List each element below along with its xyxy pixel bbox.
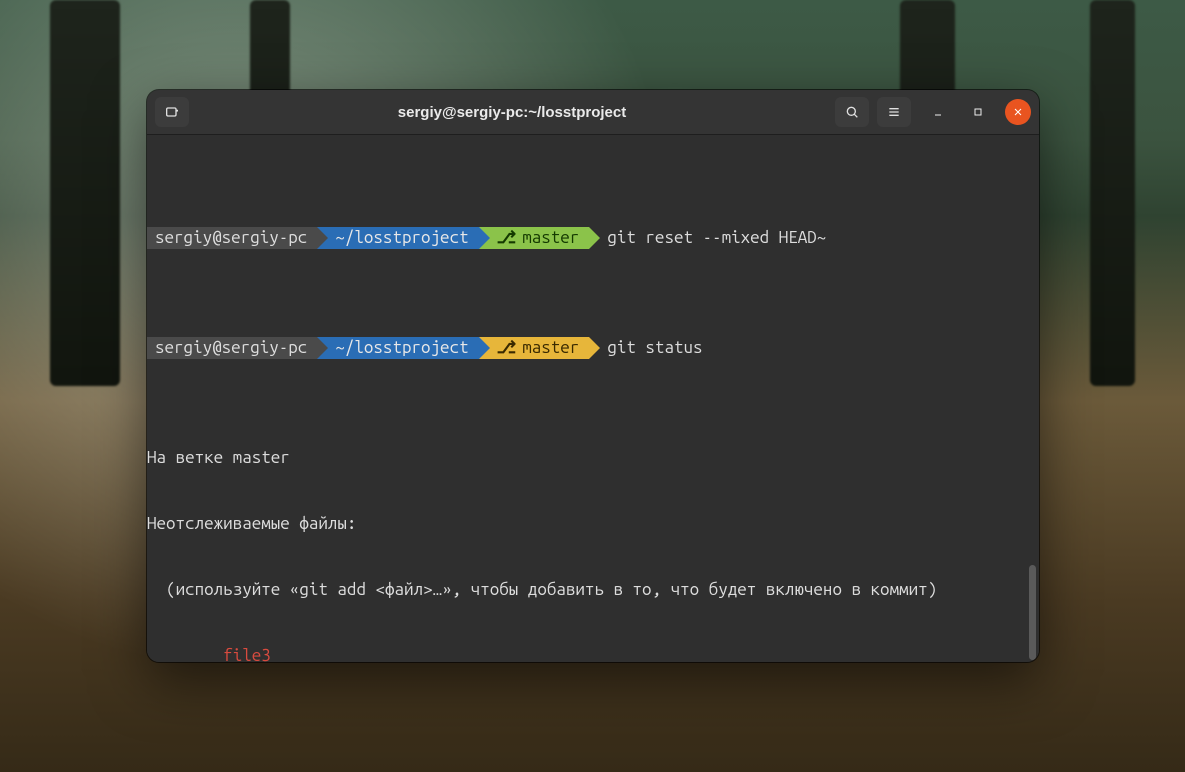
git-branch-icon: ⎇ (497, 337, 517, 359)
minimize-icon (932, 106, 944, 118)
prompt-branch: master (522, 227, 579, 249)
new-tab-button[interactable] (155, 97, 189, 127)
prompt-host-segment: sergiy@sergiy-pc (147, 227, 317, 249)
prompt-path: ~/losstproject (335, 227, 468, 249)
prompt-line: sergiy@sergiy-pc ~/losstproject ⎇master … (147, 227, 1039, 249)
terminal-window: sergiy@sergiy-pc:~/losstproject sergiy@s… (147, 90, 1039, 662)
indent (147, 646, 223, 662)
prompt-host: sergiy@sergiy-pc (155, 337, 307, 359)
command-text: git status (589, 337, 702, 359)
wallpaper-decor (50, 0, 120, 386)
prompt-path-segment: ~/losstproject (317, 337, 478, 359)
command-text: git reset --mixed HEAD~ (589, 227, 826, 249)
window-title: sergiy@sergiy-pc:~/losstproject (197, 104, 827, 121)
titlebar[interactable]: sergiy@sergiy-pc:~/losstproject (147, 90, 1039, 135)
minimize-button[interactable] (925, 99, 951, 125)
untracked-file: file3 (223, 646, 271, 662)
prompt-line: sergiy@sergiy-pc ~/losstproject ⎇master … (147, 337, 1039, 359)
output-line: file3 (147, 645, 1039, 662)
close-button[interactable] (1005, 99, 1031, 125)
close-icon (1012, 106, 1024, 118)
new-tab-icon (164, 104, 180, 120)
prompt-path-segment: ~/losstproject (317, 227, 478, 249)
wallpaper-decor (1090, 0, 1135, 386)
maximize-icon (972, 106, 984, 118)
search-icon (844, 104, 860, 120)
output-line: (используйте «git add <файл>…», чтобы до… (147, 579, 1039, 601)
desktop-wallpaper: sergiy@sergiy-pc:~/losstproject sergiy@s… (0, 0, 1185, 772)
search-button[interactable] (835, 97, 869, 127)
maximize-button[interactable] (965, 99, 991, 125)
terminal-viewport[interactable]: sergiy@sergiy-pc ~/losstproject ⎇master … (147, 135, 1039, 662)
prompt-branch: master (522, 337, 579, 359)
menu-button[interactable] (877, 97, 911, 127)
prompt-host-segment: sergiy@sergiy-pc (147, 337, 317, 359)
prompt-path: ~/losstproject (335, 337, 468, 359)
output-line: На ветке master (147, 447, 1039, 469)
output-line: Неотслеживаемые файлы: (147, 513, 1039, 535)
prompt-host: sergiy@sergiy-pc (155, 227, 307, 249)
git-branch-icon: ⎇ (497, 227, 517, 249)
hamburger-icon (886, 104, 902, 120)
prompt-branch-segment: ⎇master (479, 227, 590, 249)
scrollbar-thumb[interactable] (1029, 565, 1036, 660)
prompt-branch-segment: ⎇master (479, 337, 590, 359)
